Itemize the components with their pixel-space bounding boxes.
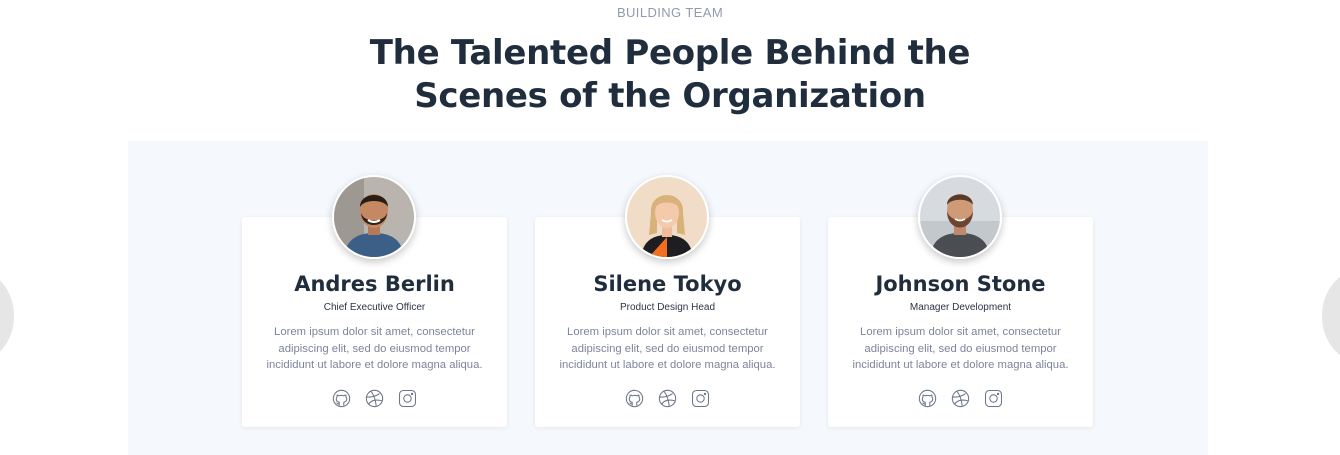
- github-icon[interactable]: [332, 389, 351, 408]
- member-bio: Lorem ipsum dolor sit amet, consectetur …: [559, 326, 776, 371]
- member-name: Silene Tokyo: [593, 272, 742, 296]
- section-title: The Talented People Behind the Scenes of…: [0, 32, 1340, 118]
- section-eyebrow: BUILDING TEAM: [616, 5, 724, 20]
- github-icon[interactable]: [625, 389, 644, 408]
- social-links: [828, 389, 1093, 408]
- avatar: [918, 175, 1002, 259]
- avatar: [332, 175, 416, 259]
- man-with-beard-photo: [920, 177, 1000, 257]
- github-icon[interactable]: [918, 389, 937, 408]
- dribbble-icon[interactable]: [658, 389, 677, 408]
- member-name: Andres Berlin: [294, 272, 455, 296]
- instagram-icon[interactable]: [691, 389, 710, 408]
- avatar: [625, 175, 709, 259]
- instagram-icon[interactable]: [984, 389, 1003, 408]
- member-bio: Lorem ipsum dolor sit amet, consectetur …: [266, 326, 483, 371]
- carousel-next-button[interactable]: [1322, 270, 1340, 362]
- member-bio: Lorem ipsum dolor sit amet, consectetur …: [852, 326, 1069, 371]
- woman-with-blonde-hair-photo: [627, 177, 707, 257]
- social-links: [242, 389, 507, 408]
- man-with-dark-beard-photo: [334, 177, 414, 257]
- member-role: Chief Executive Officer: [323, 302, 426, 313]
- member-role: Product Design Head: [619, 302, 716, 313]
- member-role: Manager Development: [909, 302, 1012, 313]
- section-title-line-1: The Talented People Behind the: [369, 33, 971, 73]
- dribbble-icon[interactable]: [365, 389, 384, 408]
- dribbble-icon[interactable]: [951, 389, 970, 408]
- member-name: Johnson Stone: [875, 272, 1046, 296]
- carousel-prev-button[interactable]: [0, 270, 14, 362]
- social-links: [535, 389, 800, 408]
- section-title-line-2: Scenes of the Organization: [414, 76, 926, 116]
- instagram-icon[interactable]: [398, 389, 417, 408]
